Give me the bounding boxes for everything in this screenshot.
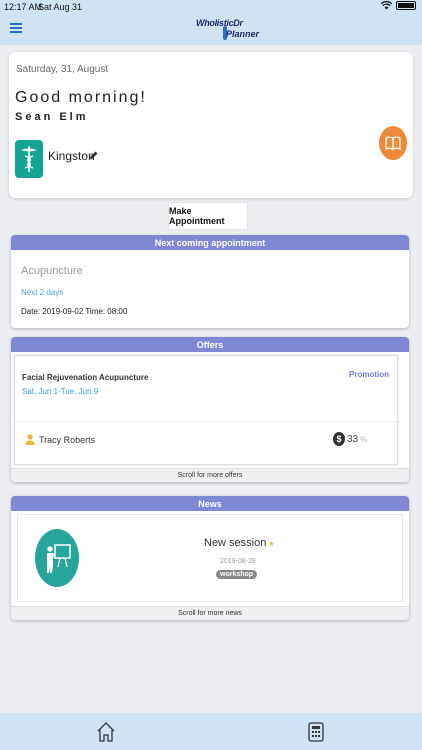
status-icons (381, 1, 416, 10)
offer-card[interactable]: Facial Rejuvenation Acupuncture Sat, Jun… (14, 355, 398, 465)
news-title: New session (204, 537, 267, 549)
bottom-tab-bar (0, 713, 422, 750)
offers-scroll-hint: Scroll for more offers (11, 468, 409, 482)
app-logo: WholisticDr Planner (196, 17, 260, 43)
appointment-datetime: Date: 2019-09-02 Time: 08:00 (21, 307, 128, 316)
status-time: 12:17 AM (4, 2, 43, 12)
dollar-icon: $ (333, 432, 345, 446)
status-date: Sat Aug 31 (38, 2, 83, 12)
logo-text-line1: WholisticDr (196, 18, 243, 28)
offer-practitioner: Tracy Roberts (25, 434, 95, 445)
news-panel: News New session ★ 2019-08-28 workshop Sc… (11, 496, 409, 620)
offer-divider (15, 421, 397, 422)
greeting-card: Saturday, 31, August Good morning! Sean … (9, 52, 413, 198)
offer-title: Facial Rejuvenation Acupuncture (22, 373, 149, 382)
logo-text-line2: Planner (226, 29, 260, 39)
calendar-icon[interactable] (306, 721, 326, 743)
discount-percent-sign: % (360, 434, 368, 444)
user-name: Sean Elm (15, 111, 89, 123)
news-header: News (11, 496, 409, 511)
pencil-icon[interactable] (87, 150, 99, 162)
make-appointment-button[interactable]: Make Appointment (168, 202, 248, 230)
news-card[interactable]: New session ★ 2019-08-28 workshop (17, 514, 403, 602)
user-icon (25, 434, 35, 445)
clinic-logo-icon (15, 140, 43, 178)
star-icon: ★ (268, 541, 275, 548)
news-scroll-hint: Scroll for more news (11, 606, 409, 620)
home-icon[interactable] (96, 721, 116, 743)
status-bar: 12:17 AM Sat Aug 31 (0, 0, 422, 15)
appointment-type: Acupuncture (21, 265, 83, 277)
book-button[interactable] (379, 126, 407, 160)
next-appointment-header: Next coming appointment (11, 235, 409, 250)
offer-discount: $ 33 % (333, 432, 367, 446)
presentation-icon (35, 529, 79, 587)
wifi-icon (381, 1, 392, 10)
offers-panel: Offers Facial Rejuvenation Acupuncture S… (11, 337, 409, 482)
book-icon (385, 136, 401, 150)
offers-header: Offers (11, 337, 409, 352)
next-appointment-panel[interactable]: Next coming appointment Acupuncture Next… (11, 235, 409, 328)
practitioner-name: Tracy Roberts (39, 434, 96, 445)
appointment-relative-date: Next 2 days (21, 288, 64, 297)
menu-button[interactable] (10, 23, 22, 33)
greeting-date: Saturday, 31, August (16, 64, 109, 75)
top-bar: 12:17 AM Sat Aug 31 WholisticDr Planner (0, 0, 422, 45)
promotion-badge: Promotion (349, 370, 389, 379)
news-title-row: New session ★ (204, 537, 275, 549)
discount-value: 33 (347, 433, 359, 445)
offer-dates: Sat, Jun 1-Tue, Jun 9 (22, 387, 99, 396)
news-tag: workshop (216, 570, 258, 579)
news-date: 2019-08-28 (220, 558, 256, 565)
battery-icon (396, 1, 416, 10)
greeting-text: Good morning! (15, 89, 147, 106)
